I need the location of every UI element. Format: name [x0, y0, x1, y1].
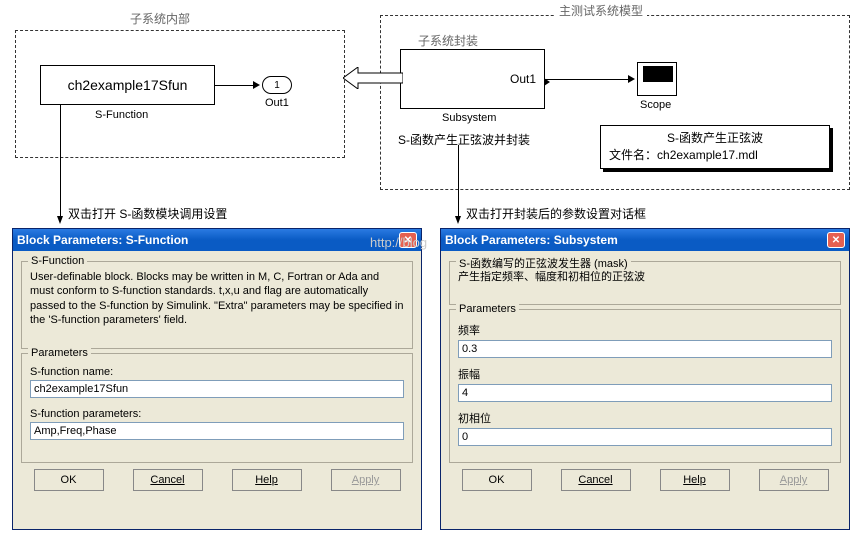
subsystem-wrap-label: 子系统封装	[418, 32, 478, 49]
out-port-number: 1	[274, 80, 280, 91]
callout-line-right	[458, 145, 459, 217]
out-port-caption: Out1	[265, 97, 289, 109]
callout-line-left	[60, 105, 61, 217]
help-label-left: Help	[255, 474, 278, 486]
dialog-body-left: S-Function User-definable block. Blocks …	[13, 251, 421, 499]
label-amp: 振幅	[458, 366, 832, 382]
title-subsystem: Block Parameters: Subsystem	[445, 233, 618, 247]
title-sfunction: Block Parameters: S-Function	[17, 233, 188, 247]
group-mask-legend: S-函数编写的正弦波发生器 (mask)	[456, 255, 631, 271]
help-button-left[interactable]: Help	[232, 469, 302, 491]
help-button-right[interactable]: Help	[660, 469, 730, 491]
label-sfun-params: S-function parameters:	[30, 408, 404, 420]
ok-label-left: OK	[61, 474, 77, 486]
cancel-label-right: Cancel	[578, 474, 612, 486]
cancel-label-left: Cancel	[150, 474, 184, 486]
group-sfunction-params: Parameters S-function name: S-function p…	[21, 353, 413, 463]
scope-block[interactable]	[637, 62, 677, 96]
titlebar-sfunction[interactable]: Block Parameters: S-Function ✕	[13, 229, 421, 251]
group-params-legend-left: Parameters	[28, 347, 91, 359]
info-line1: S-函数产生正弦波	[609, 130, 821, 147]
help-label-right: Help	[683, 474, 706, 486]
group-mask-desc: S-函数编写的正弦波发生器 (mask) 产生指定频率、幅度和初相位的正弦波	[449, 261, 841, 305]
close-button-right[interactable]: ✕	[827, 232, 845, 248]
mask-description: 产生指定频率、幅度和初相位的正弦波	[458, 270, 832, 284]
out-port[interactable]: 1	[262, 76, 292, 94]
subsystem-out-label: Out1	[510, 72, 536, 86]
callout-text-left: 双击打开 S-函数模块调用设置	[68, 205, 227, 222]
dialog-subsystem: Block Parameters: Subsystem ✕ S-函数编写的正弦波…	[440, 228, 850, 530]
dialog-body-right: S-函数编写的正弦波发生器 (mask) 产生指定频率、幅度和初相位的正弦波 P…	[441, 251, 849, 499]
main-model-label: 主测试系统模型	[555, 2, 647, 19]
button-row-left: OK Cancel Help Apply	[21, 469, 413, 491]
input-phase[interactable]	[458, 428, 832, 446]
line-subsys-to-scope	[545, 79, 630, 80]
sfunction-block[interactable]: ch2example17Sfun	[40, 65, 215, 105]
apply-label-left: Apply	[352, 474, 380, 486]
scope-caption: Scope	[640, 99, 671, 111]
label-freq: 频率	[458, 322, 832, 338]
subsystem-internal-label: 子系统内部	[130, 10, 190, 27]
subsystem-note: S-函数产生正弦波并封装	[398, 131, 530, 148]
scope-screen-icon	[643, 66, 673, 82]
subsystem-caption: Subsystem	[442, 112, 496, 124]
button-row-right: OK Cancel Help Apply	[449, 469, 841, 491]
hollow-arrow-icon	[343, 67, 403, 89]
ok-button-left[interactable]: OK	[34, 469, 104, 491]
dialog-sfunction: Block Parameters: S-Function ✕ S-Functio…	[12, 228, 422, 530]
input-sfun-params[interactable]	[30, 422, 404, 440]
apply-label-right: Apply	[780, 474, 808, 486]
arrowhead-sfun-to-out	[253, 81, 260, 89]
input-freq[interactable]	[458, 340, 832, 358]
close-button-left[interactable]: ✕	[399, 232, 417, 248]
group-subsystem-params: Parameters 频率 振幅 初相位	[449, 309, 841, 463]
info-box: S-函数产生正弦波 文件名：ch2example17.mdl	[600, 125, 830, 169]
sfunction-caption: S-Function	[95, 109, 148, 121]
sfunction-block-text: ch2example17Sfun	[68, 77, 188, 93]
arrowhead-subsys-to-scope	[628, 75, 635, 83]
group-sfunction-legend: S-Function	[28, 255, 87, 267]
group-params-legend-right: Parameters	[456, 303, 519, 315]
info-line2-prefix: 文件名：	[609, 148, 657, 162]
group-sfunction-desc: S-Function User-definable block. Blocks …	[21, 261, 413, 349]
titlebar-subsystem[interactable]: Block Parameters: Subsystem ✕	[441, 229, 849, 251]
ok-label-right: OK	[489, 474, 505, 486]
callout-arrow-left	[57, 216, 63, 224]
input-amp[interactable]	[458, 384, 832, 402]
callout-text-right: 双击打开封装后的参数设置对话框	[466, 205, 646, 222]
apply-button-left[interactable]: Apply	[331, 469, 401, 491]
info-line2-file: ch2example17.mdl	[657, 148, 758, 162]
info-line2: 文件名：ch2example17.mdl	[609, 147, 821, 164]
subsystem-block[interactable]: Out1	[400, 49, 545, 109]
input-sfun-name[interactable]	[30, 380, 404, 398]
callout-arrow-right	[455, 216, 461, 224]
apply-button-right[interactable]: Apply	[759, 469, 829, 491]
cancel-button-right[interactable]: Cancel	[561, 469, 631, 491]
line-sfun-to-out	[215, 85, 255, 86]
ok-button-right[interactable]: OK	[462, 469, 532, 491]
label-phase: 初相位	[458, 410, 832, 426]
sfunction-description: User-definable block. Blocks may be writ…	[30, 270, 404, 327]
cancel-button-left[interactable]: Cancel	[133, 469, 203, 491]
label-sfun-name: S-function name:	[30, 366, 404, 378]
diagram-area: 子系统内部 ch2example17Sfun S-Function 1 Out1…	[10, 5, 857, 205]
